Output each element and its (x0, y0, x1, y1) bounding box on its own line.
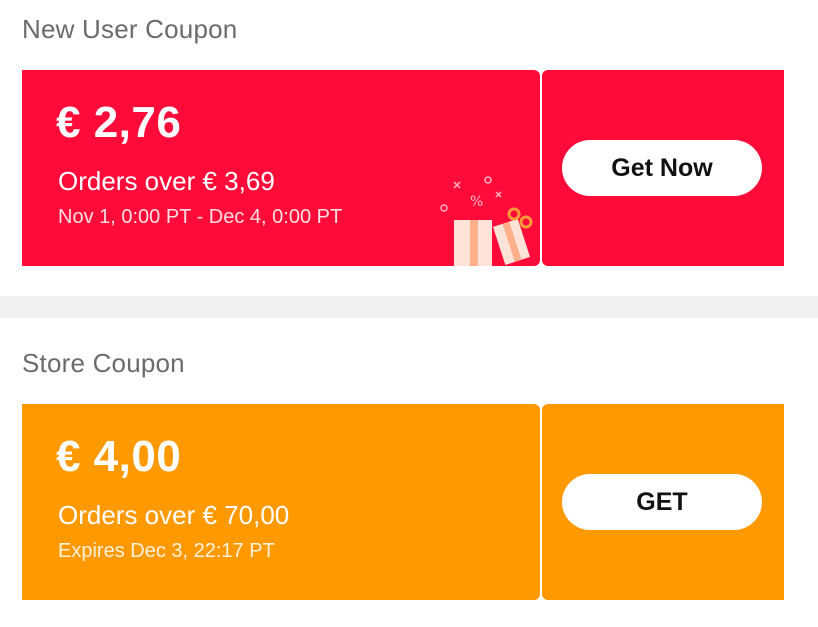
store-coupon-card: € 4,00 Orders over € 70,00 Expires Dec 3… (22, 404, 788, 600)
coupon-amount: € 2,76 (56, 98, 182, 147)
new-user-coupon-heading: New User Coupon (22, 14, 238, 44)
coupon-info-panel: € 4,00 Orders over € 70,00 Expires Dec 3… (22, 404, 540, 600)
get-button[interactable]: GET (562, 474, 762, 530)
coupon-action-panel: GET (542, 404, 788, 600)
coupon-info-panel: € 2,76 Orders over € 3,69 Nov 1, 0:00 PT… (22, 70, 540, 266)
coupon-condition: Orders over € 3,69 (58, 166, 275, 196)
store-coupon-heading: Store Coupon (22, 348, 185, 378)
get-now-button[interactable]: Get Now (562, 140, 762, 196)
coupon-amount: € 4,00 (56, 432, 182, 481)
coupon-validity: Nov 1, 0:00 PT - Dec 4, 0:00 PT (58, 206, 343, 228)
coupon-action-panel: Get Now (542, 70, 788, 266)
svg-text:%: % (470, 194, 483, 210)
coupon-page: New User Coupon € 2,76 Orders over € 3,6… (0, 0, 818, 627)
gift-box-icon: % (440, 176, 533, 266)
coupon-scalloped-edge (780, 404, 788, 600)
section-divider (0, 296, 818, 318)
coupon-scalloped-edge (22, 404, 26, 600)
coupon-condition: Orders over € 70,00 (58, 500, 290, 530)
coupon-scalloped-edge (780, 70, 788, 266)
coupon-validity: Expires Dec 3, 22:17 PT (58, 540, 275, 562)
coupon-scalloped-edge (22, 70, 26, 266)
new-user-coupon-card: € 2,76 Orders over € 3,69 Nov 1, 0:00 PT… (22, 70, 788, 266)
